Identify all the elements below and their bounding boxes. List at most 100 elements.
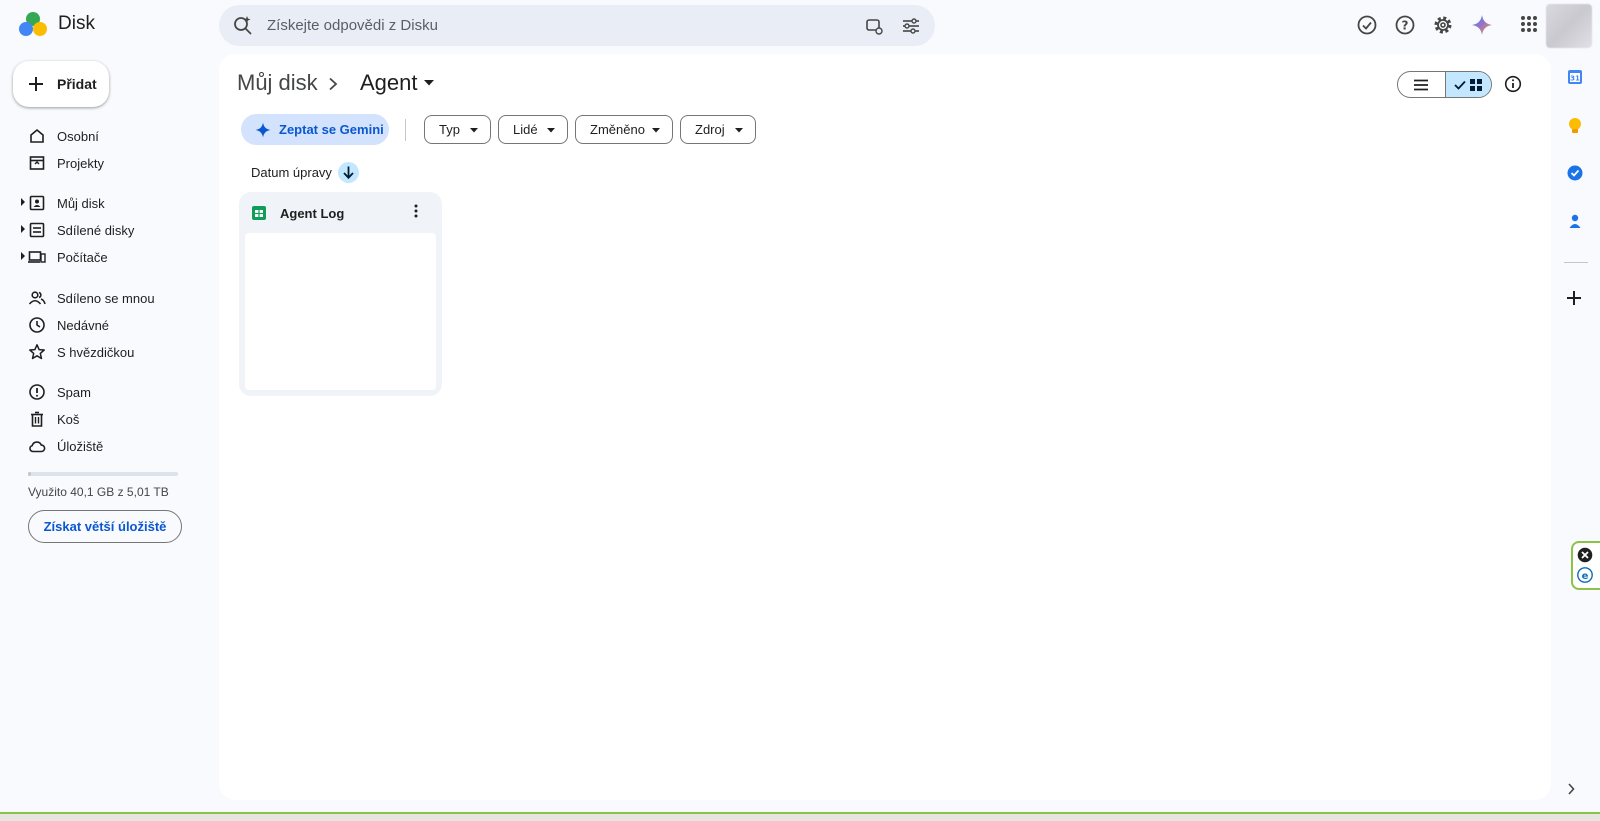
chevron-right-icon[interactable] [1567, 783, 1575, 795]
get-more-storage-button[interactable]: Získat větší úložiště [28, 510, 182, 543]
search-settings-icon[interactable] [864, 16, 884, 36]
spreadsheet-icon [251, 205, 267, 221]
sidebar-item-label: Projekty [57, 156, 104, 171]
svg-text:31: 31 [1570, 75, 1580, 83]
gemini-spark-icon[interactable] [1471, 14, 1493, 36]
plus-icon [27, 75, 45, 93]
breadcrumb-current-label: Agent [360, 70, 418, 95]
help-icon[interactable]: ? [1394, 14, 1416, 36]
sidebar-item-spam[interactable]: Spam [0, 378, 210, 405]
arrow-down-icon [343, 166, 354, 179]
sidebar-item-computers[interactable]: Počítače [0, 243, 210, 270]
star-icon [28, 343, 46, 361]
search-input[interactable] [267, 13, 827, 38]
offline-ready-icon[interactable] [1356, 14, 1378, 36]
app-logo[interactable]: Disk [18, 10, 95, 38]
sort-control[interactable]: Datum úpravy [251, 162, 359, 183]
storage-usage-text: Využito 40,1 GB z 5,01 TB [28, 485, 169, 499]
svg-text:?: ? [1402, 19, 1409, 33]
tasks-icon[interactable] [1567, 165, 1583, 181]
caret-down-icon [470, 128, 478, 133]
view-toggle[interactable] [1397, 71, 1492, 98]
sidebar-item-label: Sdílené disky [57, 223, 135, 238]
sidebar-item-label: Sdíleno se mnou [57, 291, 155, 306]
gemini-spark-icon [255, 122, 271, 138]
filter-chip-source[interactable]: Zdroj [680, 115, 756, 144]
sidebar-item-label: Spam [57, 385, 91, 400]
search-options-icon[interactable] [901, 16, 921, 36]
sidebar-item-storage[interactable]: Úložiště [0, 432, 210, 459]
sidebar-item-label: Koš [57, 412, 80, 427]
filter-chip-people[interactable]: Lidé [498, 115, 568, 144]
caret-right-icon[interactable] [20, 252, 26, 260]
checkmark-icon [1454, 80, 1466, 90]
chevron-right-icon [328, 77, 338, 91]
new-button-label: Přidat [57, 76, 97, 92]
sidebar-item-starred[interactable]: S hvězdičkou [0, 338, 210, 365]
breadcrumb-root[interactable]: Můj disk [237, 70, 318, 96]
svg-text:e: e [1582, 571, 1589, 582]
grid-view-button[interactable] [1444, 72, 1491, 97]
home-icon [28, 127, 46, 145]
search-bar[interactable] [219, 5, 935, 46]
taskbar-strip [0, 814, 1600, 821]
sidebar-item-trash[interactable]: Koš [0, 405, 210, 432]
sort-direction-button[interactable] [337, 162, 359, 183]
main-content-panel [219, 54, 1551, 800]
file-name: Agent Log [280, 206, 345, 221]
account-avatar[interactable] [1546, 4, 1592, 48]
settings-gear-icon[interactable] [1432, 14, 1454, 36]
caret-down-icon [547, 128, 555, 133]
keep-bulb-icon[interactable] [1567, 117, 1583, 135]
close-circle-icon[interactable] [1577, 547, 1593, 563]
sidebar-item-shared-drives[interactable]: Sdílené disky [0, 216, 210, 243]
extension-panel: e [1571, 541, 1600, 590]
cloud-icon [28, 437, 46, 455]
caret-down-icon [735, 128, 743, 133]
sidebar-item-shared-with-me[interactable]: Sdíleno se mnou [0, 284, 210, 311]
more-options-icon[interactable] [414, 204, 418, 218]
breadcrumb-current-folder[interactable]: Agent [360, 70, 434, 96]
sidebar-item-label: Počítače [57, 250, 108, 265]
filter-divider [405, 119, 406, 141]
caret-down-icon [423, 80, 434, 86]
sidebar-item-label: Osobní [57, 129, 99, 144]
recent-icon [28, 316, 46, 334]
calendar-icon[interactable]: 31 [1567, 69, 1583, 85]
drive-logo-icon [18, 10, 48, 38]
storage-usage-bar [28, 472, 178, 476]
storage-usage-fill [28, 472, 31, 476]
caret-down-icon [652, 128, 660, 133]
filter-chip-label: Typ [439, 122, 460, 137]
ask-gemini-button[interactable]: Zeptat se Gemini [241, 114, 389, 145]
add-addon-plus-icon[interactable] [1567, 291, 1581, 305]
sidebar-item-personal[interactable]: Osobní [0, 122, 210, 149]
shared-with-me-icon [28, 289, 46, 307]
trash-icon [28, 410, 46, 428]
list-view-button[interactable] [1398, 72, 1445, 97]
sidebar-item-label: Nedávné [57, 318, 110, 333]
info-icon[interactable] [1504, 75, 1522, 93]
caret-right-icon[interactable] [20, 225, 26, 233]
caret-right-icon[interactable] [20, 198, 26, 206]
sidebar-item-my-drive[interactable]: Můj disk [0, 189, 210, 216]
filter-chip-type[interactable]: Typ [424, 115, 491, 144]
ask-gemini-label: Zeptat se Gemini [279, 122, 384, 137]
new-button[interactable]: Přidat [13, 61, 109, 107]
sidebar-item-recent[interactable]: Nedávné [0, 311, 210, 338]
sidebar-item-label: S hvězdičkou [57, 345, 135, 360]
filter-chip-modified[interactable]: Změněno [575, 115, 673, 144]
sidebar-item-projects[interactable]: Projekty [0, 149, 210, 176]
my-drive-icon [28, 194, 46, 212]
apps-grid-icon[interactable] [1519, 14, 1539, 34]
projects-icon [28, 154, 46, 172]
computers-icon [28, 248, 46, 266]
file-thumbnail[interactable] [245, 233, 436, 390]
contacts-icon[interactable] [1567, 213, 1583, 229]
file-card[interactable]: Agent Log [239, 192, 442, 396]
list-lines-icon [1414, 79, 1429, 91]
filter-chip-label: Lidé [513, 122, 538, 137]
spam-icon [28, 383, 46, 401]
extension-e-icon[interactable]: e [1577, 567, 1593, 583]
grid-squares-icon [1470, 78, 1483, 91]
